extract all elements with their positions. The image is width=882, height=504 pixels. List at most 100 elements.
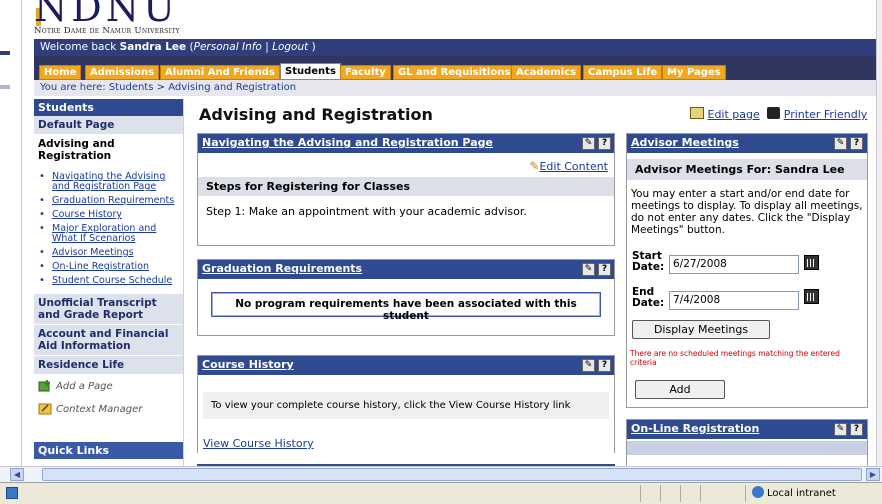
page-edit-links: Edit page Printer Friendly xyxy=(690,107,867,121)
course-history-panel: Course History ✎ ? To view your complete… xyxy=(197,355,615,453)
welcome-bar: Welcome back Sandra Lee (Personal Info |… xyxy=(34,39,876,56)
graduation-panel-title[interactable]: Graduation Requirements xyxy=(202,262,362,275)
tab-home[interactable]: Home xyxy=(39,65,82,80)
status-divider xyxy=(660,485,661,502)
context-manager-label: Context Manager xyxy=(56,404,143,415)
panel-edit-icon[interactable]: ✎ xyxy=(834,423,847,436)
tab-academics[interactable]: Academics xyxy=(511,65,582,80)
status-divider xyxy=(745,485,746,502)
end-date-label: End Date: xyxy=(632,286,665,309)
panel-help-icon[interactable]: ? xyxy=(598,137,611,150)
status-divider xyxy=(700,485,701,502)
security-zone: Local intranet xyxy=(752,486,836,499)
status-bar: Local intranet xyxy=(0,482,882,504)
tab-alumni-and-friends[interactable]: Alumni And Friends xyxy=(160,65,280,80)
sidebar-sublist: Navigating the Advising and Registration… xyxy=(34,166,183,294)
course-history-panel-title[interactable]: Course History xyxy=(202,358,294,371)
sidebar-link-navigating[interactable]: Navigating the Advising and Registration… xyxy=(52,171,165,192)
context-manager-icon xyxy=(38,403,52,415)
welcome-prefix: Welcome back xyxy=(40,41,117,53)
panel-edit-icon[interactable]: ✎ xyxy=(582,263,595,276)
step-1-text: Step 1: Make an appointment with your ac… xyxy=(206,205,527,218)
breadcrumb-students[interactable]: Students xyxy=(109,82,154,93)
advisor-meetings-panel: Advisor Meetings ✎ ? Advisor Meetings Fo… xyxy=(626,133,868,408)
end-date-input[interactable]: 7/4/2008 xyxy=(669,291,799,310)
edit-page-icon xyxy=(690,107,704,119)
edit-content-row: ✎Edit Content xyxy=(198,153,614,177)
start-date-input[interactable]: 6/27/2008 xyxy=(669,255,799,274)
view-course-history-link[interactable]: View Course History xyxy=(203,437,314,450)
tab-my-pages[interactable]: My Pages xyxy=(662,65,726,80)
display-meetings-button[interactable]: Display Meetings xyxy=(632,320,770,339)
tab-faculty[interactable]: Faculty xyxy=(340,65,391,80)
main-nav: Home Admissions Alumni And Friends Stude… xyxy=(34,56,876,80)
end-calendar-icon[interactable] xyxy=(804,289,819,304)
scroll-thumb[interactable] xyxy=(42,468,862,481)
tab-gl-and-requisitions[interactable]: GL and Requisitions xyxy=(393,65,516,80)
user-name: Sandra Lee xyxy=(119,41,187,53)
panel-edit-icon[interactable]: ✎ xyxy=(582,137,595,150)
page-title: Advising and Registration xyxy=(199,105,433,124)
panel-edit-icon[interactable]: ✎ xyxy=(582,359,595,372)
steps-heading: Steps for Registering for Classes xyxy=(198,177,614,196)
tab-students[interactable]: Students xyxy=(280,63,341,80)
printer-friendly-link[interactable]: Printer Friendly xyxy=(784,108,867,121)
vertical-scrollbar[interactable] xyxy=(876,0,882,466)
edit-content-link[interactable]: Edit Content xyxy=(539,160,608,173)
sidebar-item-residence[interactable]: Residence Life xyxy=(34,356,183,375)
page-status-icon xyxy=(6,487,18,499)
printer-icon xyxy=(767,107,781,119)
panel-header: Course History ✎ ? xyxy=(198,356,614,375)
horizontal-scrollbar[interactable]: ◀ ▶ xyxy=(0,466,882,482)
add-meeting-button[interactable]: Add xyxy=(635,380,725,399)
sidebar-item-account[interactable]: Account and Financial Aid Information xyxy=(34,325,183,356)
sidebar-link-course-schedule[interactable]: Student Course Schedule xyxy=(52,275,172,286)
add-page-label: Add a Page xyxy=(56,381,113,392)
pencil-icon: ✎ xyxy=(529,159,540,173)
breadcrumb: You are here: Students > Advising and Re… xyxy=(34,80,876,96)
breadcrumb-current: Advising and Registration xyxy=(168,82,297,93)
advisor-for-label: Advisor Meetings For: Sandra Lee xyxy=(627,159,867,180)
context-manager-tool[interactable]: Context Manager xyxy=(34,398,183,421)
sidebar-link-graduation[interactable]: Graduation Requirements xyxy=(52,195,174,206)
panel-help-icon[interactable]: ? xyxy=(598,359,611,372)
panel-header: On-Line Registration ✎ ? xyxy=(627,420,867,439)
gutter-marker xyxy=(0,51,10,55)
navigating-panel-title[interactable]: Navigating the Advising and Registration… xyxy=(202,136,493,149)
panel-help-icon[interactable]: ? xyxy=(850,137,863,150)
status-divider xyxy=(680,485,681,502)
tab-admissions[interactable]: Admissions xyxy=(85,65,160,80)
panel-edit-icon[interactable]: ✎ xyxy=(834,137,847,150)
panel-help-icon[interactable]: ? xyxy=(850,423,863,436)
start-date-label: Start Date: xyxy=(632,250,665,273)
edit-page-link[interactable]: Edit page xyxy=(708,108,760,121)
logo-subtitle: Notre Dame de Namur University xyxy=(34,26,180,36)
breadcrumb-prefix: You are here: xyxy=(40,82,106,93)
tab-campus-life[interactable]: Campus Life xyxy=(583,65,663,80)
sidebar-link-online-registration[interactable]: On-Line Registration xyxy=(52,261,149,272)
personal-info-link[interactable]: Personal Info xyxy=(194,41,262,53)
sidebar-item-default-page[interactable]: Default Page xyxy=(34,116,183,135)
add-page-tool[interactable]: Add a Page xyxy=(34,375,183,398)
sidebar: Students Default Page Advising and Regis… xyxy=(34,99,184,466)
online-registration-subheader xyxy=(627,441,867,455)
sidebar-link-major-exploration[interactable]: Major Exploration and What If Scenarios xyxy=(52,223,156,244)
globe-icon xyxy=(752,486,764,498)
welcome-separator: | xyxy=(265,41,269,53)
course-history-message: To view your complete course history, cl… xyxy=(203,392,609,419)
security-zone-label: Local intranet xyxy=(767,488,836,499)
no-requirements-message: No program requirements have been associ… xyxy=(211,292,601,322)
scroll-left-arrow-icon[interactable]: ◀ xyxy=(10,468,24,481)
logout-link[interactable]: Logout xyxy=(272,41,308,53)
welcome-paren-close: ) xyxy=(311,41,316,53)
sidebar-item-advising[interactable]: Advising and Registration xyxy=(34,135,183,166)
advisor-meetings-title[interactable]: Advisor Meetings xyxy=(631,136,739,149)
sidebar-heading: Students xyxy=(34,99,183,116)
scroll-right-arrow-icon[interactable]: ▶ xyxy=(866,468,880,481)
sidebar-link-advisor-meetings[interactable]: Advisor Meetings xyxy=(52,247,134,258)
panel-help-icon[interactable]: ? xyxy=(598,263,611,276)
sidebar-link-course-history[interactable]: Course History xyxy=(52,209,122,220)
online-registration-title[interactable]: On-Line Registration xyxy=(631,422,759,435)
start-calendar-icon[interactable] xyxy=(804,255,819,270)
sidebar-item-transcript[interactable]: Unofficial Transcript and Grade Report xyxy=(34,294,183,325)
